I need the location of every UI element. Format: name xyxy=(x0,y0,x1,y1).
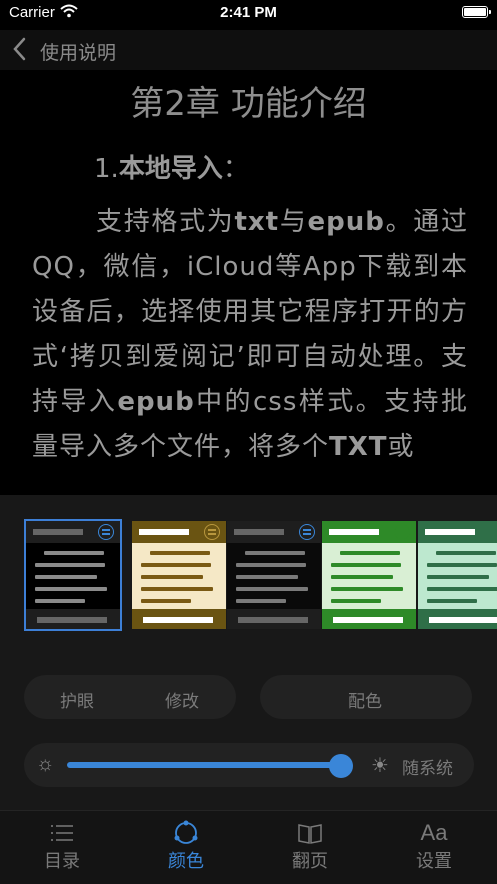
theme-swatch-list[interactable] xyxy=(0,507,497,647)
brightness-row: ☼ ☀ 随系统 xyxy=(24,743,474,787)
swatch-header-bar xyxy=(425,529,475,535)
swatch-text-line xyxy=(436,551,496,555)
swatch-text-line xyxy=(35,563,105,567)
section-title: 本地导入 xyxy=(118,154,223,184)
chapter-title: 第2章 功能介绍 xyxy=(130,84,367,124)
swatch-footer xyxy=(26,609,120,629)
swatch-text-line xyxy=(150,551,210,555)
swatch-text-line xyxy=(245,551,305,555)
swatch-text-line xyxy=(141,563,211,567)
swatch-footer-bar xyxy=(333,617,403,623)
swatch-header-bar xyxy=(329,529,379,535)
modify-button[interactable]: 修改 xyxy=(165,687,199,712)
font-settings-icon: Aa xyxy=(420,820,448,845)
swatch-header xyxy=(322,521,416,543)
brightness-high-icon: ☀ xyxy=(371,755,389,777)
theme-swatch-parchment[interactable] xyxy=(132,521,226,629)
battery-icon xyxy=(462,6,491,18)
swatch-header xyxy=(26,521,120,543)
swatch-header-bar xyxy=(234,529,284,535)
swatch-text-line xyxy=(331,599,381,603)
swatch-text-line xyxy=(331,587,403,591)
section-number: 1. xyxy=(94,154,119,184)
swatch-text-line xyxy=(331,563,401,567)
book-icon xyxy=(248,819,372,847)
settings-panel: 护眼 修改 配色 ☼ ☀ 随系统 目录 颜色 翻页 Aa 设置 xyxy=(0,495,497,884)
tab-bar: 目录 颜色 翻页 Aa 设置 xyxy=(0,810,497,884)
menu-circle-icon xyxy=(394,524,410,540)
swatch-footer-bar xyxy=(238,617,308,623)
swatch-text-line xyxy=(35,587,107,591)
swatch-footer xyxy=(418,609,497,629)
theme-swatch-black[interactable] xyxy=(24,519,122,631)
eye-care-pill[interactable]: 护眼 修改 xyxy=(24,675,236,719)
swatch-text-line xyxy=(331,575,393,579)
tab-label: 目录 xyxy=(44,851,80,871)
swatch-footer-bar xyxy=(429,617,497,623)
swatch-footer-bar xyxy=(37,617,107,623)
swatch-text-line xyxy=(35,575,97,579)
follow-system-button[interactable]: 随系统 xyxy=(402,754,453,779)
tab-settings[interactable]: Aa 设置 xyxy=(372,819,496,873)
menu-circle-icon xyxy=(299,524,315,540)
tab-label: 颜色 xyxy=(168,851,204,871)
swatch-text-line xyxy=(427,587,497,591)
tab-label: 设置 xyxy=(416,851,452,871)
swatch-footer xyxy=(322,609,416,629)
swatch-footer-bar xyxy=(143,617,213,623)
theme-swatch-dark-gray[interactable] xyxy=(227,521,321,629)
swatch-header xyxy=(418,521,497,543)
swatch-footer xyxy=(132,609,226,629)
swatch-text-line xyxy=(427,575,489,579)
swatch-text-line xyxy=(340,551,400,555)
navigation-bar: 使用说明 xyxy=(0,30,497,70)
back-chevron-icon[interactable] xyxy=(10,36,28,67)
theme-swatch-green[interactable] xyxy=(322,521,416,629)
swatch-text-line xyxy=(35,599,85,603)
eye-care-button[interactable]: 护眼 xyxy=(60,687,94,712)
color-scheme-button[interactable]: 配色 xyxy=(260,675,472,719)
swatch-footer xyxy=(227,609,321,629)
brightness-slider-knob[interactable] xyxy=(328,754,353,778)
theme-swatch-mint[interactable] xyxy=(418,521,497,629)
color-scheme-label: 配色 xyxy=(348,692,382,711)
swatch-text-line xyxy=(427,599,477,603)
swatch-header xyxy=(132,521,226,543)
swatch-text-line xyxy=(236,599,286,603)
swatch-text-line xyxy=(141,575,203,579)
reader-content[interactable]: 第2章 功能介绍 1.本地导入： 支持格式为txt与epub。通过QQ，微信，i… xyxy=(0,70,497,495)
swatch-text-line xyxy=(236,575,298,579)
palette-icon xyxy=(124,819,248,847)
swatch-text-line xyxy=(141,587,213,591)
status-bar: Carrier 2:41 PM xyxy=(0,0,497,26)
section-colon: ： xyxy=(222,154,249,184)
tab-label: 翻页 xyxy=(292,851,328,871)
option-pills: 护眼 修改 配色 xyxy=(24,675,474,721)
brightness-low-icon: ☼ xyxy=(36,753,55,775)
swatch-text-line xyxy=(44,551,104,555)
swatch-header-bar xyxy=(33,529,83,535)
brightness-slider[interactable] xyxy=(67,762,341,768)
swatch-text-line xyxy=(236,563,306,567)
section-heading: 1.本地导入： xyxy=(94,148,249,185)
tab-contents[interactable]: 目录 xyxy=(0,819,124,873)
nav-title[interactable]: 使用说明 xyxy=(40,38,116,65)
list-icon xyxy=(0,819,124,847)
menu-circle-icon xyxy=(98,524,114,540)
tab-page-turn[interactable]: 翻页 xyxy=(248,819,372,873)
swatch-text-line xyxy=(236,587,308,591)
swatch-header xyxy=(227,521,321,543)
swatch-text-line xyxy=(141,599,191,603)
status-time: 2:41 PM xyxy=(220,4,277,21)
swatch-text-line xyxy=(427,563,497,567)
swatch-header-bar xyxy=(139,529,189,535)
menu-circle-icon xyxy=(204,524,220,540)
tab-color[interactable]: 颜色 xyxy=(124,819,248,873)
body-paragraph: 支持格式为txt与epub。通过QQ，微信，iCloud等App下载到本设备后，… xyxy=(32,207,468,462)
